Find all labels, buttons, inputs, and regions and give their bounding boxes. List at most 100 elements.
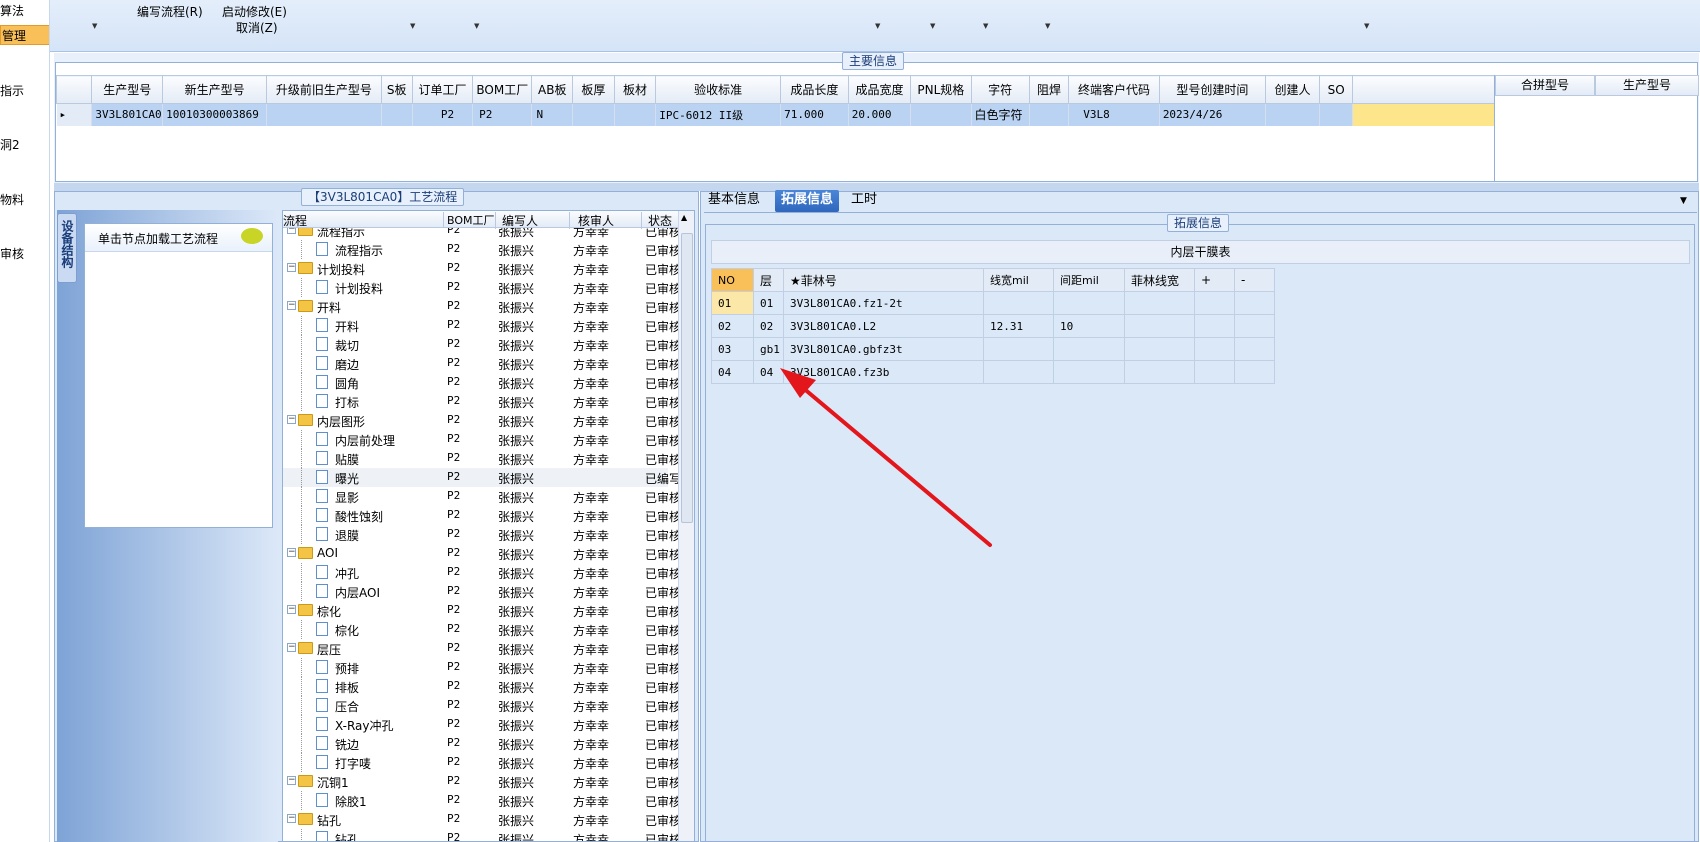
col-header[interactable]: 合拼型号 bbox=[1495, 75, 1595, 96]
col-header[interactable]: 编写人 bbox=[495, 212, 538, 229]
collapse-icon[interactable]: − bbox=[287, 548, 296, 557]
cell[interactable]: V3L8 bbox=[1068, 103, 1160, 126]
col-header[interactable]: 核审人 bbox=[569, 212, 614, 229]
tree-row[interactable]: − 流程指示 P2 张振兴 方幸幸 已审核 bbox=[283, 228, 678, 240]
tree-row[interactable]: − 沉铜1 P2 张振兴 方幸幸 已审核 bbox=[283, 772, 678, 791]
col-header[interactable]: 流程 bbox=[283, 212, 307, 229]
cell[interactable]: 2023/4/26 bbox=[1159, 103, 1266, 126]
col-header[interactable]: BOM工厂 bbox=[472, 75, 533, 104]
dropdown-arrow-icon[interactable]: ▼ bbox=[474, 22, 479, 30]
nav-item-algorithm[interactable]: 算法 bbox=[0, 2, 24, 19]
add-column-button[interactable]: + bbox=[1194, 268, 1235, 292]
cell[interactable] bbox=[1194, 337, 1235, 361]
cell[interactable] bbox=[1053, 291, 1125, 315]
cell[interactable]: 白色字符 bbox=[971, 103, 1030, 126]
cell[interactable]: 02 bbox=[711, 314, 754, 338]
col-header[interactable]: 阻焊 bbox=[1028, 75, 1070, 104]
col-header[interactable]: 生产型号 bbox=[1595, 75, 1699, 96]
cell[interactable] bbox=[381, 103, 413, 126]
col-header[interactable]: 订单工厂 bbox=[411, 75, 474, 104]
tree-row[interactable]: 退膜 P2 张振兴 方幸幸 已审核 bbox=[283, 525, 678, 544]
cell[interactable]: 3V3L801CA0.gbfz3t bbox=[783, 337, 984, 361]
collapse-icon[interactable]: − bbox=[287, 263, 296, 272]
cell[interactable]: 71.000 bbox=[780, 103, 849, 126]
tree-row[interactable]: 铣边 P2 张振兴 方幸幸 已审核 bbox=[283, 734, 678, 753]
tree-row[interactable]: X-Ray冲孔 P2 张振兴 方幸幸 已审核 bbox=[283, 715, 678, 734]
dropdown-arrow-icon[interactable]: ▼ bbox=[1364, 22, 1369, 30]
nav-item-manage[interactable]: 管理 bbox=[0, 25, 49, 45]
cell[interactable] bbox=[1194, 360, 1235, 384]
cell[interactable] bbox=[1124, 337, 1195, 361]
col-header[interactable]: 创建人 bbox=[1264, 75, 1321, 104]
cell[interactable] bbox=[1194, 291, 1235, 315]
tree-row[interactable]: 内层前处理 P2 张振兴 方幸幸 已审核 bbox=[283, 430, 678, 449]
cell[interactable]: 3V3L801CA0.L2 bbox=[783, 314, 984, 338]
col-header[interactable]: 生产型号 bbox=[91, 75, 164, 104]
tree-row[interactable]: 打字唛 P2 张振兴 方幸幸 已审核 bbox=[283, 753, 678, 772]
scroll-thumb[interactable] bbox=[681, 233, 693, 523]
table-row[interactable]: 02 02 3V3L801CA0.L2 12.31 10 bbox=[711, 314, 1275, 338]
cell[interactable] bbox=[1265, 103, 1321, 126]
col-header[interactable]: 型号创建时间 bbox=[1158, 75, 1266, 104]
cell[interactable]: P2 bbox=[412, 103, 474, 126]
tree-row[interactable]: 压合 P2 张振兴 方幸幸 已审核 bbox=[283, 696, 678, 715]
collapse-icon[interactable]: − bbox=[287, 814, 296, 823]
col-header[interactable]: 升级前旧生产型号 bbox=[266, 75, 382, 104]
col-header[interactable]: 新生产型号 bbox=[162, 75, 268, 104]
col-header[interactable]: PNL规格 bbox=[910, 75, 972, 104]
col-header[interactable]: 成品长度 bbox=[780, 75, 849, 104]
cell[interactable]: P2 bbox=[472, 103, 533, 126]
collapse-icon[interactable]: − bbox=[287, 415, 296, 424]
tree-row[interactable]: − 内层图形 P2 张振兴 方幸幸 已审核 bbox=[283, 411, 678, 430]
collapse-icon[interactable]: − bbox=[287, 776, 296, 785]
col-header[interactable]: 验收标准 bbox=[655, 75, 782, 104]
tree-row[interactable]: − AOI P2 张振兴 方幸幸 已审核 bbox=[283, 544, 678, 563]
nav-item-copper[interactable]: 洞2 bbox=[0, 136, 20, 153]
dropdown-arrow-icon[interactable]: ▼ bbox=[92, 22, 97, 30]
col-header[interactable]: BOM工厂 bbox=[443, 212, 495, 228]
cell[interactable]: 03 bbox=[711, 337, 754, 361]
collapse-icon[interactable]: − bbox=[287, 605, 296, 614]
tree-row[interactable]: 流程指示 P2 张振兴 方幸幸 已审核 bbox=[283, 240, 678, 259]
tree-row[interactable]: 曝光 P2 张振兴 已编写 bbox=[283, 468, 678, 487]
cell[interactable]: 12.31 bbox=[983, 314, 1054, 338]
tree-row[interactable]: 酸性蚀刻 P2 张振兴 方幸幸 已审核 bbox=[283, 506, 678, 525]
tree-row[interactable]: 除胶1 P2 张振兴 方幸幸 已审核 bbox=[283, 791, 678, 810]
cell[interactable]: 04 bbox=[711, 360, 754, 384]
cell[interactable] bbox=[1053, 360, 1125, 384]
collapse-icon[interactable]: − bbox=[287, 301, 296, 310]
cell[interactable] bbox=[983, 291, 1054, 315]
tree-row[interactable]: 开料 P2 张振兴 方幸幸 已审核 bbox=[283, 316, 678, 335]
cell[interactable]: gb1 bbox=[753, 337, 784, 361]
cell[interactable] bbox=[1234, 337, 1275, 361]
cell[interactable] bbox=[1352, 103, 1494, 126]
cell[interactable] bbox=[1124, 314, 1195, 338]
col-header[interactable]: 层 bbox=[753, 268, 784, 292]
cell[interactable] bbox=[572, 103, 615, 126]
cell[interactable] bbox=[1234, 360, 1275, 384]
write-flow-button[interactable]: 编写流程(R) bbox=[137, 3, 203, 20]
tab-equipment-structure[interactable]: 设备结构 bbox=[57, 213, 77, 283]
dropdown-arrow-icon[interactable]: ▼ bbox=[875, 22, 880, 30]
cell[interactable]: 20.000 bbox=[848, 103, 912, 126]
dropdown-arrow-icon[interactable]: ▼ bbox=[410, 22, 415, 30]
tree-row[interactable]: − 开料 P2 张振兴 方幸幸 已审核 bbox=[283, 297, 678, 316]
table-row[interactable]: 01 01 3V3L801CA0.fz1-2t bbox=[711, 291, 1275, 315]
col-header[interactable]: 成品宽度 bbox=[847, 75, 912, 104]
cell[interactable] bbox=[1053, 337, 1125, 361]
tree-row[interactable]: − 计划投料 P2 张振兴 方幸幸 已审核 bbox=[283, 259, 678, 278]
cell[interactable]: 10010300003869 bbox=[162, 103, 268, 126]
tab-basic-info[interactable]: 基本信息 bbox=[702, 190, 766, 212]
tab-work-hours[interactable]: 工时 bbox=[845, 190, 883, 212]
dropdown-arrow-icon[interactable]: ▼ bbox=[930, 22, 935, 30]
tree-row[interactable]: − 钻孔 P2 张振兴 方幸幸 已审核 bbox=[283, 810, 678, 829]
dropdown-arrow-icon[interactable]: ▼ bbox=[983, 22, 988, 30]
chevron-down-icon[interactable]: ▼ bbox=[1680, 196, 1687, 206]
nav-item-instruction[interactable]: 指示 bbox=[0, 82, 24, 99]
col-header[interactable]: 状态 bbox=[641, 212, 672, 229]
cell[interactable] bbox=[1029, 103, 1070, 126]
cell[interactable]: 3V3L801CA0 bbox=[91, 103, 164, 126]
tree-row[interactable]: 预排 P2 张振兴 方幸幸 已审核 bbox=[283, 658, 678, 677]
remove-column-button[interactable]: - bbox=[1234, 268, 1275, 292]
col-header[interactable]: 线宽mil bbox=[983, 268, 1054, 292]
